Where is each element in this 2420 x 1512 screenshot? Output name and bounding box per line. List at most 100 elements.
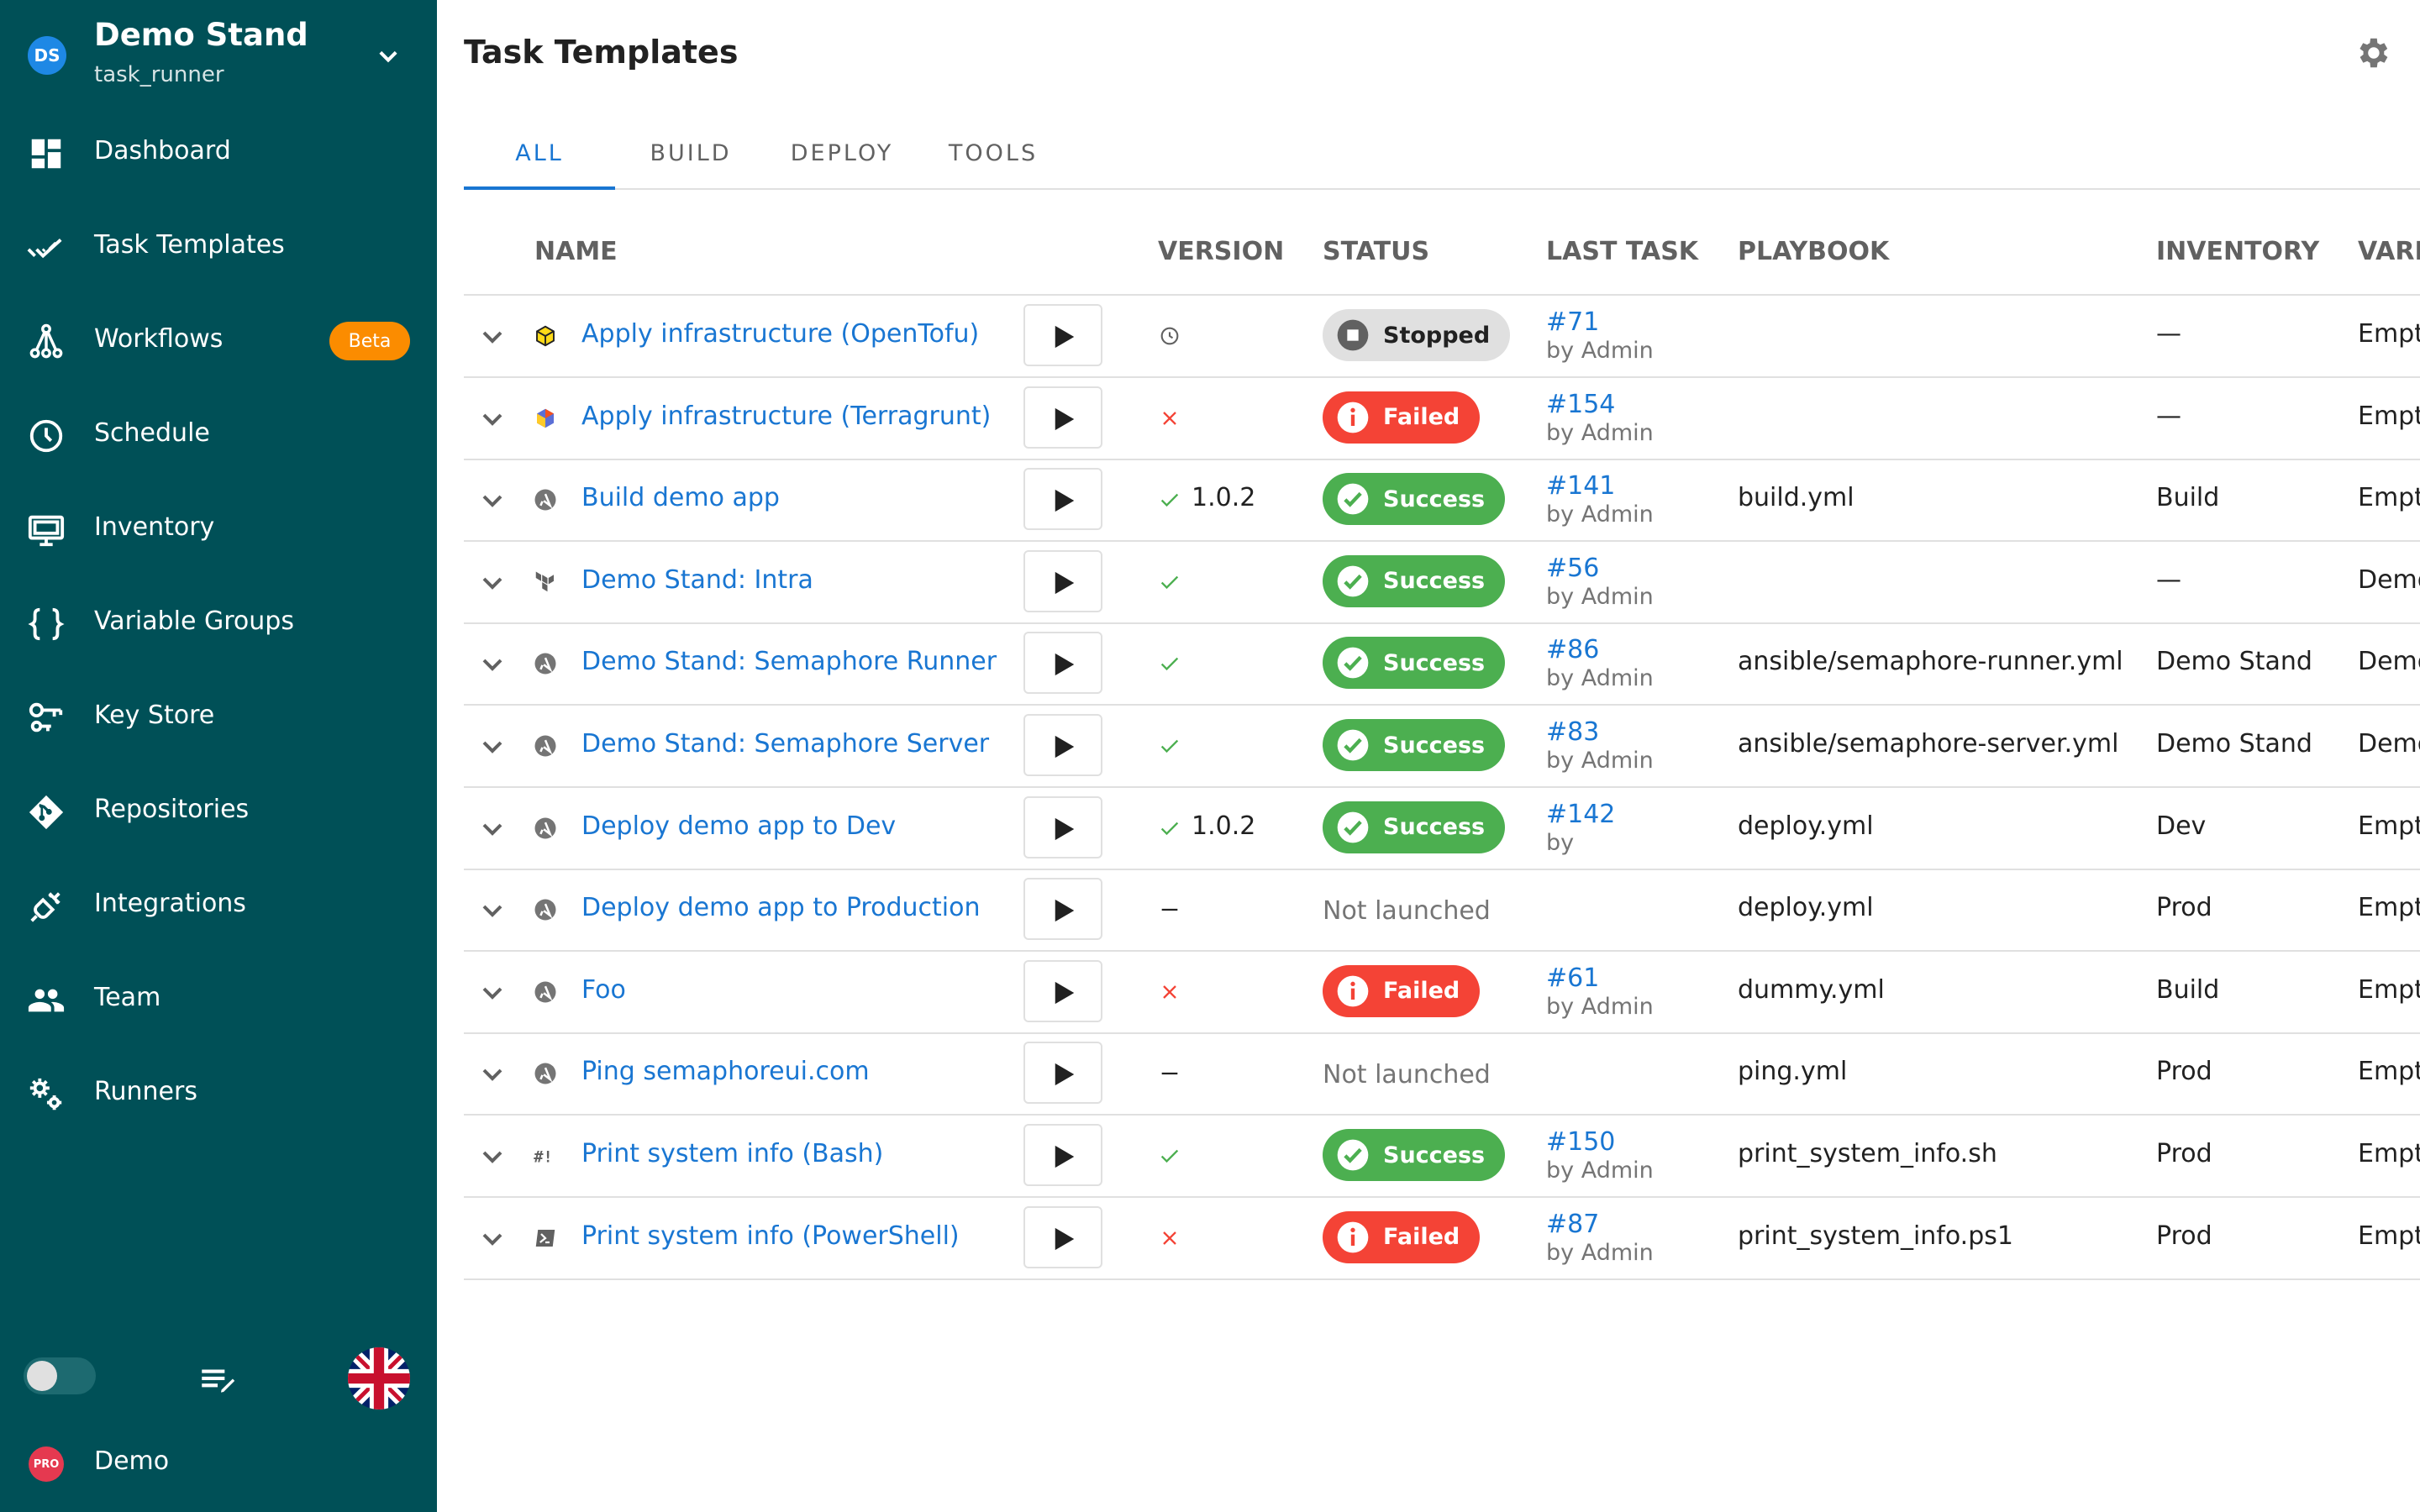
- last-task-link[interactable]: #142: [1546, 800, 1615, 829]
- expand-chevron-icon[interactable]: [472, 398, 513, 438]
- column-header-variables[interactable]: VARI...: [2358, 237, 2420, 266]
- sidebar-item-schedule[interactable]: Schedule: [0, 388, 437, 482]
- run-button[interactable]: [1023, 878, 1102, 941]
- expand-chevron-icon[interactable]: [472, 726, 513, 766]
- status-badge[interactable]: Stopped: [1323, 309, 1511, 361]
- inventory-cell: Build: [2156, 974, 2220, 1005]
- run-button[interactable]: [1023, 304, 1102, 366]
- sidebar-item-dashboard[interactable]: Dashboard: [0, 106, 437, 200]
- template-name-link[interactable]: Demo Stand: Semaphore Server: [581, 729, 989, 759]
- sidebar-item-inventory[interactable]: Inventory: [0, 482, 437, 576]
- last-task-author: by Admin: [1546, 1239, 1654, 1266]
- status-label: Success: [1383, 568, 1486, 595]
- run-button[interactable]: [1023, 468, 1102, 531]
- version-dash-icon: [1161, 1073, 1178, 1075]
- sidebar-item-repositories[interactable]: Repositories: [0, 764, 437, 858]
- tab-tools[interactable]: TOOLS: [918, 118, 1069, 188]
- status-badge[interactable]: Failed: [1323, 391, 1481, 444]
- expand-chevron-icon[interactable]: [472, 562, 513, 602]
- last-task-author: by Admin: [1546, 338, 1654, 364]
- template-name-link[interactable]: Apply infrastructure (OpenTofu): [581, 319, 979, 349]
- status-badge[interactable]: Failed: [1323, 1210, 1481, 1263]
- template-name-link[interactable]: Demo Stand: Semaphore Runner: [581, 647, 997, 676]
- run-button[interactable]: [1023, 795, 1102, 858]
- playlist-edit-icon[interactable]: [197, 1359, 239, 1401]
- expand-chevron-icon[interactable]: [472, 972, 513, 1012]
- sidebar-item-variable-groups[interactable]: Variable Groups: [0, 576, 437, 670]
- project-switcher[interactable]: DS Demo Stand task_runner: [0, 0, 437, 109]
- template-name-link[interactable]: Foo: [581, 975, 626, 1005]
- status-badge[interactable]: Success: [1323, 801, 1506, 853]
- playbook-cell: print_system_info.ps1: [1738, 1221, 2013, 1251]
- tab-all[interactable]: ALL: [464, 118, 615, 190]
- run-button[interactable]: [1023, 959, 1102, 1022]
- status-badge[interactable]: Failed: [1323, 964, 1481, 1017]
- expand-chevron-icon[interactable]: [472, 316, 513, 356]
- column-header-inventory[interactable]: INVENTORY: [2156, 237, 2319, 266]
- run-button[interactable]: [1023, 632, 1102, 695]
- column-header-last-task[interactable]: LAST TASK: [1546, 237, 1698, 266]
- table-row: Ping semaphoreui.com Not launched ping.yml…: [464, 1033, 2420, 1116]
- tab-deploy[interactable]: DEPLOY: [766, 118, 918, 188]
- status-badge[interactable]: Success: [1323, 473, 1506, 526]
- template-name-link[interactable]: Print system info (Bash): [581, 1139, 883, 1168]
- last-task-link[interactable]: #150: [1546, 1127, 1615, 1157]
- variables-cell: Empt: [2358, 319, 2420, 349]
- theme-toggle[interactable]: [24, 1357, 96, 1394]
- table-header: NAME VERSION STATUS LAST TASK PLAYBOOK I…: [464, 210, 2420, 296]
- status-badge[interactable]: Success: [1323, 554, 1506, 607]
- sidebar-item-team[interactable]: Team: [0, 953, 437, 1047]
- template-name-link[interactable]: Deploy demo app to Dev: [581, 811, 896, 841]
- table-row: Deploy demo app to Dev 1.0.2 Success #142 by…: [464, 788, 2420, 870]
- status-label: Success: [1383, 649, 1486, 676]
- run-button[interactable]: [1023, 1205, 1102, 1268]
- last-task-link[interactable]: #86: [1546, 635, 1599, 664]
- sidebar-item-key-store[interactable]: Key Store: [0, 670, 437, 764]
- last-task-link[interactable]: #141: [1546, 471, 1615, 501]
- last-task-link[interactable]: #71: [1546, 307, 1599, 337]
- last-task-link[interactable]: #87: [1546, 1210, 1599, 1239]
- expand-chevron-icon[interactable]: [472, 1053, 513, 1094]
- run-button[interactable]: [1023, 714, 1102, 776]
- last-task-author: by: [1546, 829, 1575, 856]
- expand-chevron-icon[interactable]: [472, 808, 513, 848]
- status-badge[interactable]: Success: [1323, 637, 1506, 690]
- sidebar-item-task-templates[interactable]: Task Templates: [0, 200, 437, 294]
- uk-flag-icon[interactable]: [348, 1347, 410, 1410]
- template-name-link[interactable]: Build demo app: [581, 483, 780, 512]
- template-name-link[interactable]: Ping semaphoreui.com: [581, 1057, 870, 1086]
- template-name-link[interactable]: Print system info (PowerShell): [581, 1221, 960, 1251]
- expand-chevron-icon[interactable]: [472, 1136, 513, 1176]
- sidebar-item-integrations[interactable]: Integrations: [0, 858, 437, 953]
- last-task-link[interactable]: #83: [1546, 717, 1599, 747]
- last-task-link[interactable]: #154: [1546, 390, 1615, 419]
- run-button[interactable]: [1023, 549, 1102, 612]
- pro-badge: PRO: [29, 1446, 64, 1482]
- bash-icon: #!: [534, 1149, 553, 1167]
- run-button[interactable]: [1023, 1124, 1102, 1186]
- run-button[interactable]: [1023, 1042, 1102, 1105]
- last-task-link[interactable]: #61: [1546, 963, 1599, 993]
- sidebar-item-runners[interactable]: Runners: [0, 1047, 437, 1141]
- status-badge[interactable]: Success: [1323, 719, 1506, 771]
- pro-label[interactable]: Demo: [94, 1446, 169, 1476]
- column-header-status[interactable]: STATUS: [1323, 237, 1429, 266]
- template-name-link[interactable]: Demo Stand: Intra: [581, 565, 813, 595]
- column-header-playbook[interactable]: PLAYBOOK: [1738, 237, 1889, 266]
- status-badge[interactable]: Success: [1323, 1129, 1506, 1181]
- expand-chevron-icon[interactable]: [472, 480, 513, 520]
- last-task-author: by Admin: [1546, 419, 1654, 446]
- column-header-version[interactable]: VERSION: [1158, 237, 1284, 266]
- column-header-name[interactable]: NAME: [534, 237, 618, 266]
- template-name-link[interactable]: Apply infrastructure (Terragrunt): [581, 402, 991, 431]
- expand-chevron-icon[interactable]: [472, 890, 513, 930]
- expand-chevron-icon[interactable]: [472, 1218, 513, 1258]
- last-task-link[interactable]: #56: [1546, 554, 1599, 583]
- run-button[interactable]: [1023, 386, 1102, 449]
- expand-chevron-icon[interactable]: [472, 643, 513, 684]
- gear-icon[interactable]: [2353, 34, 2391, 72]
- template-name-link[interactable]: Deploy demo app to Production: [581, 893, 980, 922]
- sidebar-item-workflows[interactable]: Workflows Beta: [0, 294, 437, 388]
- tab-build[interactable]: BUILD: [615, 118, 766, 188]
- chevron-down-icon[interactable]: [370, 37, 407, 74]
